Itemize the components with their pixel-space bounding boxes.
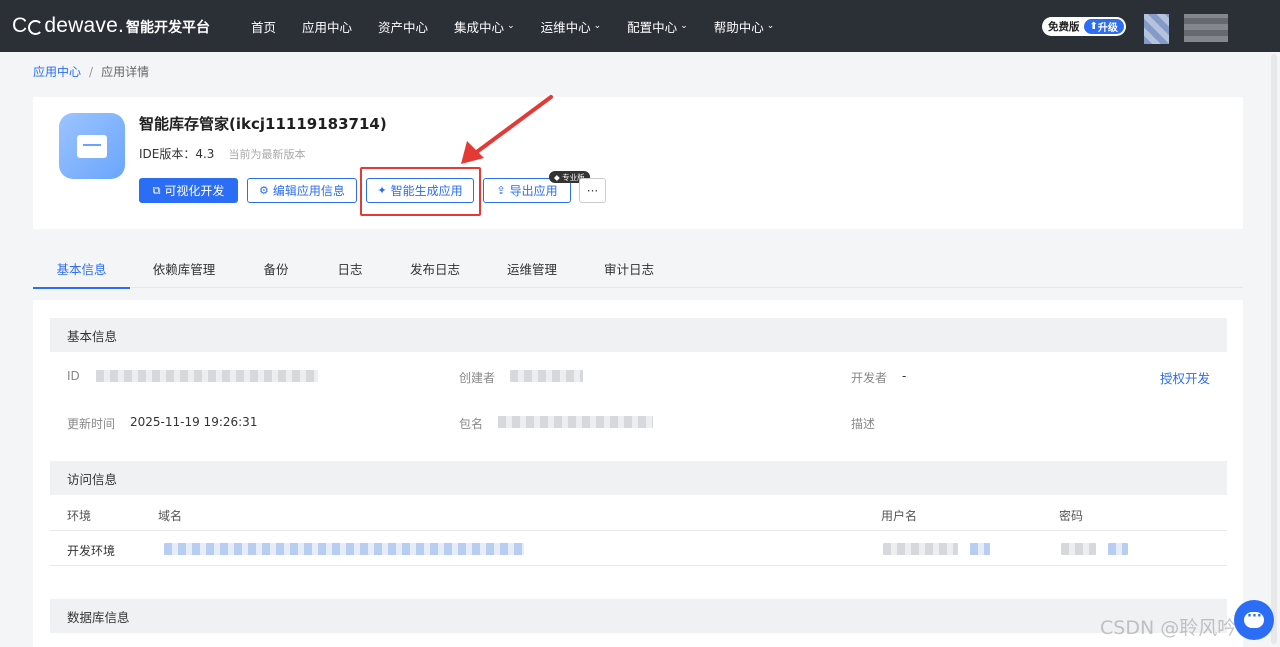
- table-header: 环境 域名 用户名 密码: [50, 497, 1227, 531]
- access-info-section: 访问信息 环境 域名 用户名 密码 开发环境: [50, 461, 1227, 567]
- updated-time-value: 2025-11-19 19:26:31: [130, 415, 258, 429]
- section-title: 数据库信息: [50, 599, 1227, 633]
- breadcrumb-current: 应用详情: [101, 65, 150, 79]
- updated-time-label: 更新时间: [67, 417, 116, 431]
- page-scrollbar[interactable]: [1271, 54, 1277, 644]
- main-nav: 首页 应用中心 资产中心 集成中心 ⌄ 运维中心 ⌄ 配置中心 ⌄ 帮助中心 ⌄: [251, 0, 800, 52]
- tab-audit-logs[interactable]: 审计日志: [580, 248, 678, 288]
- username-value-redacted: [883, 543, 958, 555]
- package-value-redacted: [498, 416, 653, 428]
- app-title: 智能库存管家(ikcj11119183714): [139, 115, 387, 133]
- developer-value: -: [902, 369, 907, 383]
- app-header-card: 智能库存管家(ikcj11119183714) IDE版本：4.3 当前为最新版本…: [33, 97, 1243, 229]
- domain-value-redacted[interactable]: [164, 543, 524, 555]
- edit-app-info-button[interactable]: ⚙ 编辑应用信息: [247, 178, 357, 203]
- package-label: 包名: [459, 417, 484, 431]
- col-domain: 域名: [158, 509, 183, 523]
- upgrade-button[interactable]: ⬆ 升级: [1083, 19, 1124, 34]
- database-info-section: 数据库信息: [50, 599, 1227, 647]
- table-row: 开发环境: [50, 532, 1227, 566]
- env-value: 开发环境: [67, 544, 116, 558]
- tab-basic-info[interactable]: 基本信息: [33, 248, 130, 289]
- chat-bubble-icon: [1244, 609, 1264, 628]
- chat-assistant-button[interactable]: [1234, 600, 1274, 640]
- nav-item-help-center[interactable]: 帮助中心 ⌄: [714, 17, 775, 36]
- edit-screen-icon: ⧉: [152, 183, 161, 197]
- codewave-logo[interactable]: Cdewave.: [12, 14, 124, 38]
- ide-version: IDE版本：4.3 当前为最新版本: [139, 147, 306, 161]
- chevron-down-icon: ⌄: [680, 21, 688, 31]
- more-actions-button[interactable]: ···: [579, 178, 606, 203]
- tab-release-logs[interactable]: 发布日志: [386, 248, 484, 288]
- nav-item-app-center[interactable]: 应用中心: [302, 17, 352, 36]
- username-redacted[interactable]: [1184, 14, 1228, 42]
- tab-logs[interactable]: 日志: [314, 248, 386, 288]
- upload-icon: ⇪: [496, 184, 506, 197]
- ai-generate-app-button[interactable]: ✦ 智能生成应用: [366, 178, 474, 203]
- creator-label: 创建者: [459, 371, 496, 385]
- platform-name: 智能开发平台: [126, 20, 210, 36]
- description-label: 描述: [851, 417, 876, 431]
- visual-dev-button[interactable]: ⧉ 可视化开发: [139, 178, 238, 203]
- id-value-redacted: [96, 370, 318, 382]
- nav-item-asset-center[interactable]: 资产中心: [378, 17, 428, 36]
- top-navbar: Cdewave. 智能开发平台 首页 应用中心 资产中心 集成中心 ⌄ 运维中心 ⌄…: [0, 0, 1280, 52]
- app-folder-icon: [59, 113, 125, 179]
- chevron-down-icon: ⌄: [593, 21, 602, 31]
- diamond-icon: ◆: [554, 172, 563, 182]
- gear-icon: ⚙: [259, 184, 269, 197]
- section-title: 访问信息: [50, 461, 1227, 495]
- section-title: 基本信息: [50, 318, 1227, 352]
- breadcrumb-app-center[interactable]: 应用中心: [33, 65, 81, 79]
- detail-tabs: 基本信息 依赖库管理 备份 日志 发布日志 运维管理 审计日志: [33, 248, 1243, 289]
- basic-info-section: 基本信息 ID 创建者 开发者 - 授权开发 更新时间 2025-11-19 1…: [50, 318, 1227, 458]
- avatar[interactable]: [1144, 14, 1169, 44]
- nav-item-config-center[interactable]: 配置中心 ⌄: [627, 17, 688, 36]
- chevron-down-icon: ⌄: [766, 21, 775, 31]
- nav-item-ops-center[interactable]: 运维中心 ⌄: [541, 17, 602, 36]
- developer-label: 开发者: [851, 371, 888, 385]
- id-label: ID: [67, 369, 80, 383]
- tab-content: 基本信息 ID 创建者 开发者 - 授权开发 更新时间 2025-11-19 1…: [33, 300, 1243, 647]
- nav-item-integration-center[interactable]: 集成中心 ⌄: [454, 17, 515, 36]
- creator-value-redacted: [510, 370, 583, 382]
- csdn-watermark: CSDN @聆风吟: [1100, 617, 1237, 639]
- show-password-redacted[interactable]: [1108, 543, 1128, 555]
- breadcrumb: 应用中心 / 应用详情: [33, 65, 150, 79]
- tab-ops-management[interactable]: 运维管理: [484, 248, 580, 288]
- plan-badge: 免费版 ⬆ 升级: [1042, 17, 1126, 36]
- sparkle-icon: ✦: [377, 184, 387, 197]
- nav-item-home[interactable]: 首页: [251, 17, 276, 36]
- authorize-dev-link[interactable]: 授权开发: [1160, 368, 1210, 387]
- copy-username-redacted[interactable]: [970, 543, 990, 555]
- col-password: 密码: [1059, 509, 1084, 523]
- password-value-redacted: [1061, 543, 1096, 555]
- tab-backup[interactable]: 备份: [238, 248, 314, 288]
- chevron-down-icon: ⌄: [507, 21, 515, 31]
- col-username: 用户名: [881, 509, 918, 523]
- arrow-up-icon: ⬆: [1089, 21, 1098, 32]
- col-env: 环境: [67, 509, 92, 523]
- tab-dependency[interactable]: 依赖库管理: [130, 248, 238, 288]
